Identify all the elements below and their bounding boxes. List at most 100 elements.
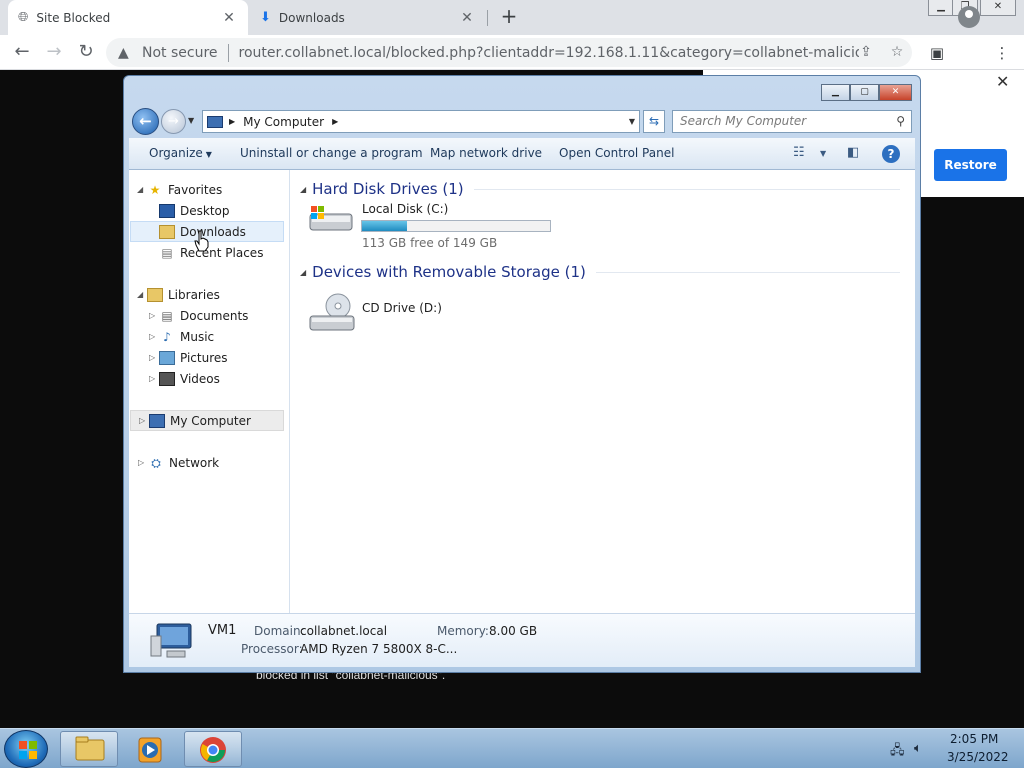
drive-c-name[interactable]: Local Disk (C:)	[362, 202, 448, 216]
nav-videos[interactable]: ▷ Videos	[149, 368, 220, 389]
organize-button[interactable]: Organize ▼	[149, 146, 212, 160]
volume-tray-icon[interactable]: 🔈︎	[914, 741, 922, 756]
search-icon[interactable]: ⚲	[896, 111, 905, 132]
close-bubble-icon[interactable]: ✕	[996, 72, 1009, 91]
taskbar-media-player-button[interactable]	[122, 731, 180, 767]
back-arrow-icon[interactable]: ←	[10, 41, 34, 65]
domain-value: collabnet.local	[300, 624, 388, 638]
explorer-search-input[interactable]: Search My Computer ⚲	[672, 110, 912, 133]
cd-drive-icon	[309, 293, 355, 331]
uninstall-program-button[interactable]: Uninstall or change a program	[240, 146, 423, 160]
explorer-minimize-button[interactable]: ▁	[821, 84, 850, 101]
nav-favorites[interactable]: ◢ ★ Favorites	[137, 179, 222, 200]
tab-downloads[interactable]: ⬇ Downloads ✕	[250, 0, 486, 35]
desktop-icon	[159, 203, 175, 218]
address-bar[interactable]: ▲ Not secure router.collabnet.local/bloc…	[106, 38, 912, 67]
side-panel-icon[interactable]: ▣	[926, 42, 948, 64]
browser-toolbar: ← → ↻ ▲ Not secure router.collabnet.loca…	[0, 35, 1024, 70]
tab-title: Downloads	[278, 10, 345, 25]
restore-button[interactable]: Restore	[934, 149, 1007, 181]
open-control-panel-button[interactable]: Open Control Panel	[559, 146, 674, 160]
processor-value: AMD Ryzen 7 5800X 8-C...	[300, 642, 458, 656]
clock-date[interactable]: 3/25/2022	[947, 750, 1009, 764]
breadcrumb-my-computer[interactable]: My Computer	[243, 115, 324, 129]
map-network-drive-button[interactable]: Map network drive	[430, 146, 542, 160]
tab-separator	[487, 10, 488, 26]
videos-icon	[159, 371, 175, 386]
explorer-address-bar[interactable]: ▶ My Computer ▶ ▼	[202, 110, 640, 133]
chrome-icon	[200, 737, 226, 763]
warning-icon: ▲	[118, 44, 129, 61]
minimize-button[interactable]: ▁	[928, 0, 954, 16]
media-player-icon	[138, 737, 162, 763]
group-hard-disk-drives[interactable]: ◢ Hard Disk Drives (1)	[300, 180, 900, 198]
forward-arrow-icon[interactable]: →	[42, 41, 66, 65]
domain-label: Domain:	[254, 624, 305, 638]
share-icon[interactable]: ⇪	[856, 42, 876, 62]
nav-libraries[interactable]: ◢ Libraries	[137, 284, 220, 305]
nav-music[interactable]: ▷ ♪ Music	[149, 326, 214, 347]
nav-documents[interactable]: ▷ ▤ Documents	[149, 305, 248, 326]
memory-label: Memory:	[437, 624, 489, 638]
recent-places-icon: ▤	[161, 245, 173, 260]
explorer-close-button[interactable]: ✕	[879, 84, 912, 101]
explorer-maximize-button[interactable]: ▢	[850, 84, 879, 101]
nav-recent-places[interactable]: ▤ Recent Places	[159, 242, 263, 263]
globe-icon: 🌐︎	[18, 10, 29, 25]
network-icon: ⛭	[151, 455, 161, 470]
computer-name: VM1	[208, 623, 237, 638]
url-text: router.collabnet.local/blocked.php?clien…	[238, 44, 859, 61]
clock-time[interactable]: 2:05 PM	[950, 732, 998, 746]
breadcrumb-chevron-icon[interactable]: ▶	[332, 117, 338, 126]
explorer-back-icon[interactable]: ←	[132, 108, 159, 135]
refresh-icon[interactable]: ⇆	[643, 110, 665, 133]
menu-kebab-icon[interactable]: ⋮	[991, 42, 1013, 64]
taskbar-explorer-button[interactable]	[60, 731, 118, 767]
close-tab-icon[interactable]: ✕	[458, 9, 476, 27]
change-view-icon[interactable]: ☷	[793, 145, 805, 160]
nav-network[interactable]: ▷ ⛭ Network	[138, 452, 219, 473]
address-dropdown-icon[interactable]: ▼	[629, 117, 635, 126]
omnibox-divider	[227, 43, 229, 62]
documents-icon: ▤	[161, 308, 173, 323]
start-button[interactable]	[4, 730, 48, 768]
details-pane: VM1 Domain: collabnet.local Memory: 8.00…	[129, 613, 915, 667]
explorer-forward-icon[interactable]: →	[161, 109, 186, 134]
tab-title: Site Blocked	[36, 10, 111, 25]
group-removable-storage[interactable]: ◢ Devices with Removable Storage (1)	[300, 263, 900, 281]
preview-pane-icon[interactable]: ◧	[847, 145, 859, 160]
security-status: Not secure	[142, 44, 218, 61]
command-bar: Organize ▼ Uninstall or change a program …	[129, 138, 915, 170]
music-icon: ♪	[163, 329, 171, 344]
view-options-chevron-icon[interactable]: ▼	[820, 149, 826, 158]
computer-icon	[149, 413, 165, 428]
drive-d-name[interactable]: CD Drive (D:)	[362, 301, 442, 315]
browser-chrome: 🌐︎ Site Blocked ✕ ⬇ Downloads ✕ + ▁ ❐ ✕ …	[0, 0, 1024, 70]
star-icon: ★	[149, 182, 161, 197]
close-window-button[interactable]: ✕	[980, 0, 1016, 16]
nav-desktop[interactable]: Desktop	[159, 200, 230, 221]
computer-icon	[150, 623, 192, 658]
taskbar-chrome-button[interactable]	[184, 731, 242, 767]
tab-strip: 🌐︎ Site Blocked ✕ ⬇ Downloads ✕ + ▁ ❐ ✕	[0, 0, 1024, 35]
tab-site-blocked[interactable]: 🌐︎ Site Blocked ✕	[8, 0, 248, 35]
reload-icon[interactable]: ↻	[74, 41, 98, 65]
bookmark-star-icon[interactable]: ☆	[887, 42, 907, 62]
breadcrumb-chevron-icon[interactable]: ▶	[229, 117, 235, 126]
recent-pages-chevron-icon[interactable]: ▼	[188, 116, 194, 125]
network-tray-icon[interactable]: 🖧︎	[890, 741, 905, 763]
help-icon[interactable]: ?	[882, 145, 900, 163]
close-tab-icon[interactable]: ✕	[220, 9, 238, 27]
file-list: ◢ Hard Disk Drives (1) Local Disk (C:) 11…	[290, 170, 915, 613]
new-tab-button[interactable]: +	[498, 6, 520, 28]
downloads-folder-icon	[159, 224, 175, 239]
search-placeholder: Search My Computer	[680, 114, 807, 128]
nav-pictures[interactable]: ▷ Pictures	[149, 347, 228, 368]
explorer-content: ◢ ★ Favorites Desktop Downloads ▤ Recent Pl…	[129, 170, 915, 613]
drive-c-usage-bar	[361, 220, 551, 232]
profile-avatar-icon[interactable]	[958, 6, 980, 28]
processor-label: Processor:	[241, 642, 303, 656]
hand-cursor-icon	[194, 230, 209, 252]
nav-my-computer[interactable]: ▷ My Computer	[130, 410, 284, 431]
memory-value: 8.00 GB	[489, 624, 538, 638]
